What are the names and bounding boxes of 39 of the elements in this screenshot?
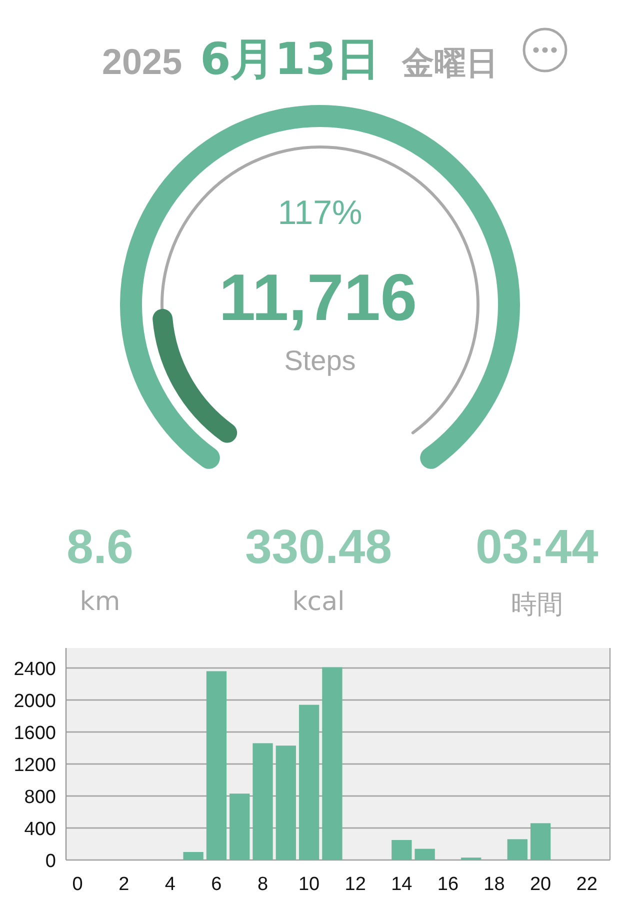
percent-label: 117%: [278, 194, 362, 232]
y-tick-label: 2000: [14, 691, 56, 712]
y-tick-label: 1600: [14, 723, 56, 744]
weekday-label: 金曜日: [402, 43, 498, 84]
bar: [392, 840, 412, 860]
x-tick-label: 22: [576, 874, 598, 895]
stat-value: 330.48: [245, 520, 392, 575]
y-tick-label: 1200: [14, 755, 56, 776]
x-tick-label: 2: [118, 874, 130, 895]
stat-value: 8.6: [66, 520, 134, 575]
x-tick-label: 10: [298, 874, 320, 895]
y-tick-label: 400: [24, 819, 56, 840]
date-title: 6月13日: [200, 33, 380, 87]
bar: [230, 794, 250, 860]
x-tick-label: 4: [164, 874, 176, 895]
x-tick-label: 6: [211, 874, 222, 895]
bar: [414, 848, 435, 860]
y-tick-label: 800: [24, 787, 56, 808]
y-tick-label: 2400: [14, 659, 56, 680]
year-label: 2025: [102, 41, 182, 83]
step-count: 11,716: [218, 260, 418, 334]
x-tick-label: 14: [391, 874, 412, 895]
stat-label: kcal: [292, 587, 345, 617]
x-tick-label: 12: [344, 874, 366, 895]
stat-label: 時間: [511, 589, 563, 622]
x-tick-label: 20: [530, 874, 552, 895]
steps-label: Steps: [284, 345, 356, 376]
bar: [461, 858, 482, 860]
x-tick-label: 8: [257, 874, 268, 895]
x-tick-label: 0: [72, 874, 83, 895]
stat-label: km: [80, 587, 120, 617]
more-icon[interactable]: [522, 27, 568, 73]
stat-value: 03:44: [476, 520, 598, 575]
bar: [183, 852, 204, 860]
bar: [507, 839, 528, 860]
x-tick-label: 16: [437, 874, 459, 895]
bar: [530, 823, 551, 860]
x-tick-label: 18: [484, 874, 505, 895]
y-tick-label: 0: [45, 851, 56, 872]
